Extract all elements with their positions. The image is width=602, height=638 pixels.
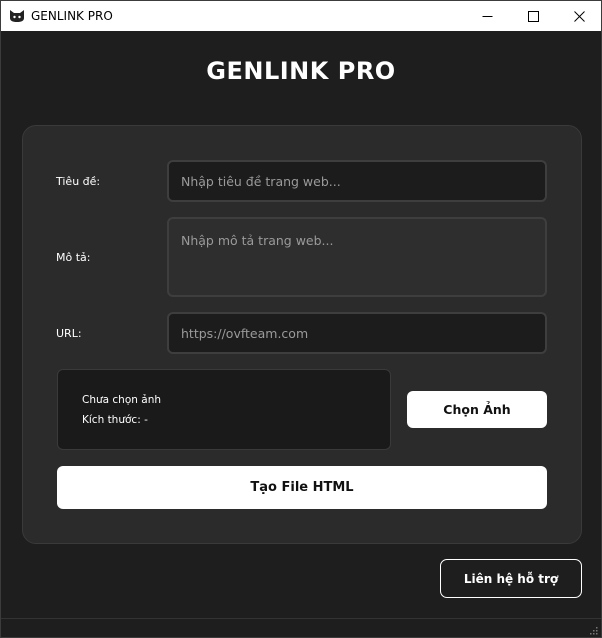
title-bar[interactable]: GENLINK PRO xyxy=(1,1,601,31)
title-input[interactable] xyxy=(167,160,547,202)
maximize-icon xyxy=(527,10,539,22)
url-input[interactable] xyxy=(167,312,547,354)
description-textarea[interactable] xyxy=(167,217,547,297)
url-label: URL: xyxy=(56,327,82,340)
image-size: Kích thước: - xyxy=(82,414,148,426)
resize-grip-icon[interactable] xyxy=(588,625,598,635)
support-button[interactable]: Liên hệ hỗ trợ xyxy=(440,559,582,598)
image-status: Chưa chọn ảnh xyxy=(82,394,162,406)
minimize-button[interactable] xyxy=(464,1,510,31)
close-icon xyxy=(573,10,585,22)
choose-image-button[interactable]: Chọn Ảnh xyxy=(407,391,547,428)
title-label: Tiêu đề: xyxy=(56,175,101,188)
window-title: GENLINK PRO xyxy=(31,9,113,23)
image-preview-box xyxy=(57,369,391,450)
close-button[interactable] xyxy=(556,1,601,31)
status-bar xyxy=(1,618,601,637)
app-heading: GENLINK PRO xyxy=(206,57,396,85)
minimize-icon xyxy=(482,15,492,17)
maximize-button[interactable] xyxy=(510,1,556,31)
cat-icon xyxy=(10,10,24,22)
create-html-button[interactable]: Tạo File HTML xyxy=(57,466,547,509)
description-label: Mô tả: xyxy=(56,251,91,264)
app-window: GENLINK PRO GENLINK PRO Tiêu đề: Mô tả: … xyxy=(0,0,602,638)
